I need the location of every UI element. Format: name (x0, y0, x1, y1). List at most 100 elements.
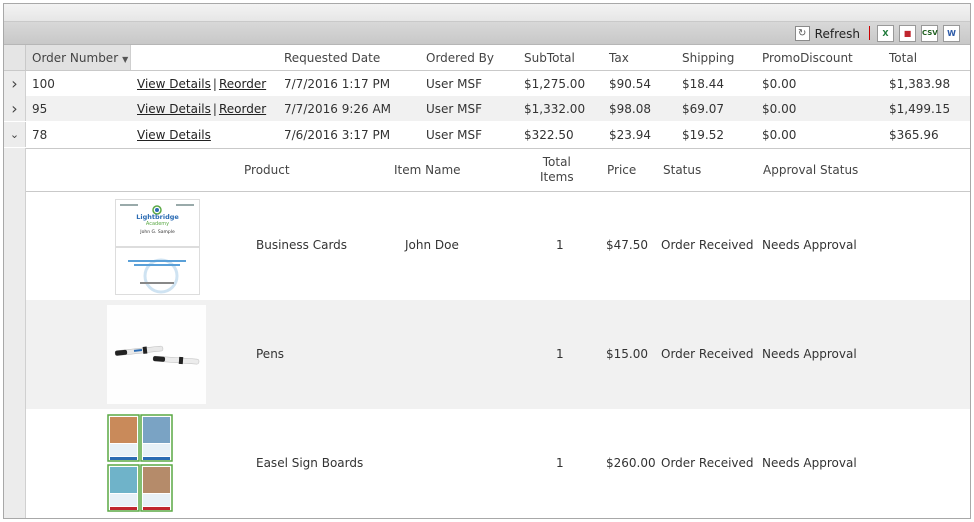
grid-top-band (4, 4, 970, 22)
header-promo-discount[interactable]: PromoDiscount (762, 51, 853, 65)
total-items: 1 (556, 347, 564, 361)
header-subtotal[interactable]: SubTotal (524, 51, 575, 65)
shipping: $19.52 (682, 128, 724, 142)
tax: $90.54 (609, 77, 651, 91)
detail-row: Pens 1 $15.00 Order Received Needs Appro… (26, 300, 970, 409)
header-gutter (4, 45, 26, 70)
thumb-person: John G. Sample (140, 230, 175, 235)
export-word-icon[interactable]: W (943, 25, 960, 42)
tax: $23.94 (609, 128, 651, 142)
header-line: Items (540, 170, 574, 184)
link-separator: | (212, 102, 217, 116)
approval-status: Needs Approval (762, 238, 857, 252)
total: $1,383.98 (889, 77, 951, 91)
item-price: $260.00 (606, 456, 656, 470)
collapse-row-icon[interactable]: ⌄ (4, 122, 26, 147)
easel-sign-image-icon (107, 414, 173, 512)
detail-header-approval-status[interactable]: Approval Status (763, 163, 858, 177)
detail-gutter (4, 148, 26, 518)
tax: $98.08 (609, 102, 651, 116)
header-ordered-by[interactable]: Ordered By (426, 51, 494, 65)
product-name: Easel Sign Boards (256, 456, 364, 470)
easel-sign-thumbnail (107, 414, 173, 513)
export-csv-icon[interactable]: CSV (921, 25, 938, 42)
product-name: Pens (256, 347, 285, 361)
order-actions: View Details | Reorder (137, 102, 266, 116)
order-number: 100 (32, 77, 55, 91)
header-order-number[interactable]: Order Number ▼ (32, 51, 128, 65)
total-items: 1 (556, 238, 564, 252)
export-excel-icon[interactable]: X (877, 25, 894, 42)
detail-header-total-items[interactable]: Total Items (540, 155, 574, 185)
item-status: Order Received (661, 347, 754, 361)
total: $365.96 (889, 128, 939, 142)
detail-row: Easel Sign Boards 1 $260.00 Order Receiv… (26, 409, 970, 518)
ordered-by: User MSF (426, 102, 483, 116)
item-price: $47.50 (606, 238, 648, 252)
sort-desc-icon: ▼ (122, 55, 129, 64)
card-back-graphic-icon (116, 248, 199, 294)
promo-discount: $0.00 (762, 77, 797, 91)
refresh-icon: ↻ (794, 26, 810, 41)
requested-date: 7/7/2016 9:26 AM (284, 102, 392, 116)
grid-toolbar: ↻ Refresh X ■ CSV W (4, 22, 970, 45)
requested-date: 7/6/2016 3:17 PM (284, 128, 391, 142)
order-actions: View Details | Reorder (137, 77, 266, 91)
business-card-back-thumbnail (115, 247, 200, 295)
detail-row: Lightbridge Academy John G. Sample Busin… (26, 191, 970, 300)
header-tax[interactable]: Tax (609, 51, 629, 65)
approval-status: Needs Approval (762, 456, 857, 470)
view-details-link[interactable]: View Details (137, 128, 211, 142)
detail-header-item-name[interactable]: Item Name (394, 163, 461, 177)
detail-header-price[interactable]: Price (607, 163, 636, 177)
item-status: Order Received (661, 238, 754, 252)
grid-header: Order Number ▼ Requested Date Ordered By … (4, 45, 970, 71)
order-number: 78 (32, 128, 48, 142)
refresh-button[interactable]: ↻ Refresh (794, 25, 860, 42)
view-details-link[interactable]: View Details (137, 102, 211, 116)
total: $1,499.15 (889, 102, 951, 116)
header-label: Order Number (32, 51, 119, 65)
order-detail-panel: Product Item Name Total Items Price Stat… (4, 148, 970, 518)
pens-thumbnail (107, 305, 206, 404)
order-row[interactable]: › 100 View Details | Reorder 7/7/2016 1:17… (4, 71, 970, 96)
item-status: Order Received (661, 456, 754, 470)
thumb-brand-sub: Academy (145, 221, 170, 227)
shipping: $18.44 (682, 77, 724, 91)
reorder-link[interactable]: Reorder (219, 77, 266, 91)
expand-row-icon[interactable]: › (4, 71, 26, 96)
promo-discount: $0.00 (762, 128, 797, 142)
subtotal: $1,332.00 (524, 102, 586, 116)
view-details-link[interactable]: View Details (137, 77, 211, 91)
ordered-by: User MSF (426, 77, 483, 91)
requested-date: 7/7/2016 1:17 PM (284, 77, 391, 91)
product-name: Business Cards (256, 238, 348, 252)
link-separator: | (212, 77, 217, 91)
total-items: 1 (556, 456, 564, 470)
reorder-link[interactable]: Reorder (219, 102, 266, 116)
detail-header-product[interactable]: Product (244, 163, 290, 177)
header-requested-date[interactable]: Requested Date (284, 51, 380, 65)
promo-discount: $0.00 (762, 102, 797, 116)
expand-row-icon[interactable]: › (4, 96, 26, 121)
header-shipping[interactable]: Shipping (682, 51, 734, 65)
orders-grid: ↻ Refresh X ■ CSV W Order Number ▼ Reques… (3, 3, 971, 519)
subtotal: $322.50 (524, 128, 574, 142)
item-price: $15.00 (606, 347, 648, 361)
order-row-expanded[interactable]: ⌄ 78 View Details 7/6/2016 3:17 PM User … (4, 122, 970, 147)
header-total[interactable]: Total (889, 51, 917, 65)
shipping: $69.07 (682, 102, 724, 116)
thumb-brand: Lightbridge (136, 213, 179, 221)
business-card-front-thumbnail: Lightbridge Academy John G. Sample (115, 199, 200, 247)
export-pdf-icon[interactable]: ■ (899, 25, 916, 42)
item-name: John Doe (405, 238, 459, 252)
ordered-by: User MSF (426, 128, 483, 142)
approval-status: Needs Approval (762, 347, 857, 361)
order-number: 95 (32, 102, 48, 116)
detail-header-status[interactable]: Status (663, 163, 701, 177)
toolbar-separator (869, 26, 870, 40)
pens-image-icon (107, 305, 206, 404)
order-row[interactable]: › 95 View Details | Reorder 7/7/2016 9:26 … (4, 96, 970, 121)
order-actions: View Details (137, 128, 211, 142)
subtotal: $1,275.00 (524, 77, 586, 91)
